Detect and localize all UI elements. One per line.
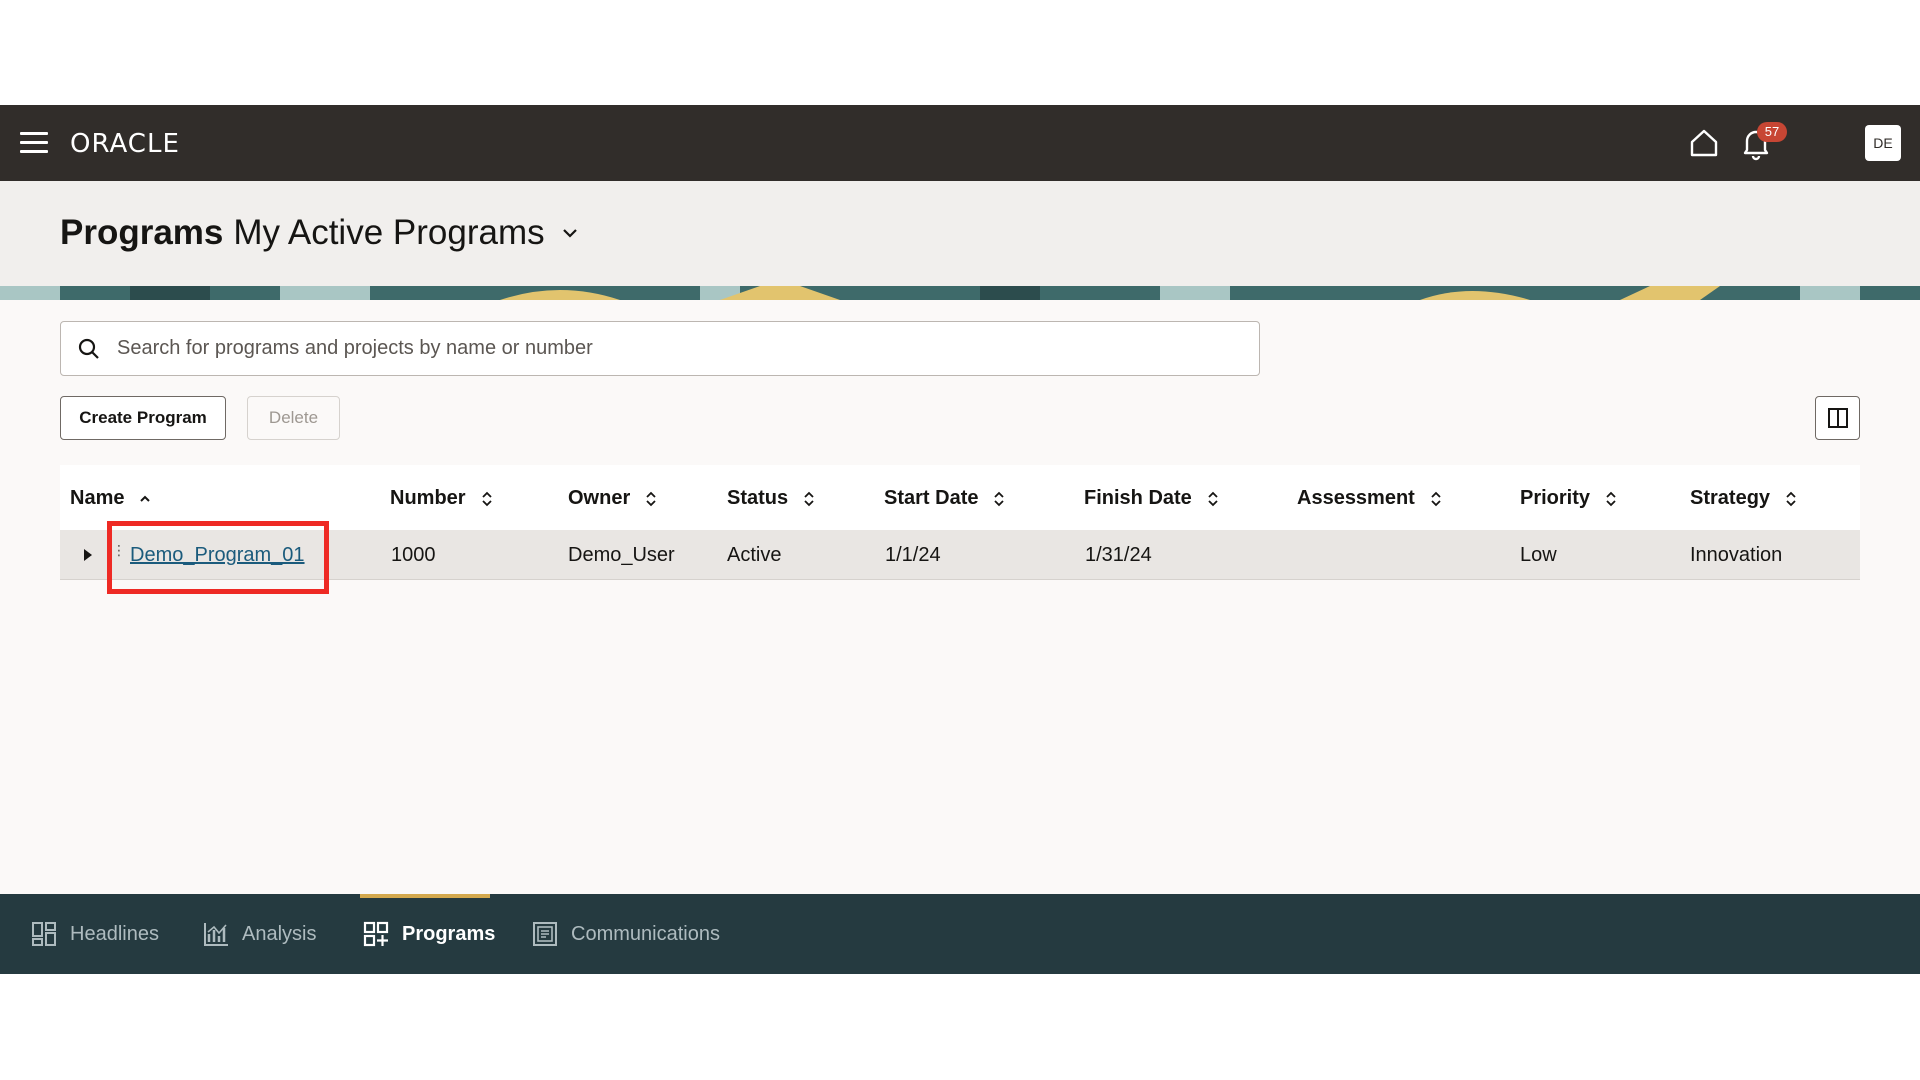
create-program-button[interactable]: Create Program: [60, 396, 226, 440]
decorative-banner: [0, 286, 1920, 300]
column-label: Number: [390, 487, 466, 509]
column-label: Owner: [568, 487, 631, 509]
search-field[interactable]: Search for programs and projects by name…: [60, 321, 1260, 376]
sort-ascending-icon: [140, 495, 151, 502]
sort-icon: [481, 491, 492, 506]
program-name-link[interactable]: Demo_Program_01: [130, 544, 305, 567]
page-title-label: Programs: [60, 213, 224, 252]
communications-icon: [533, 922, 557, 946]
chevron-down-icon: [562, 229, 577, 238]
top-margin: [0, 0, 1920, 105]
cell-start-date: 1/1/24: [885, 544, 941, 566]
programs-icon: [363, 921, 389, 947]
main-content: Search for programs and projects by name…: [0, 300, 1920, 894]
column-header-priority[interactable]: Priority: [1520, 487, 1618, 510]
tab-label: Communications: [571, 922, 720, 945]
page-header: Programs My Active Programs: [0, 181, 1920, 286]
sort-icon: [994, 491, 1005, 506]
page-title[interactable]: Programs My Active Programs: [60, 213, 579, 253]
oracle-logo: ORACLE: [70, 129, 180, 159]
column-layout-button[interactable]: [1815, 396, 1860, 440]
tab-label: Analysis: [242, 922, 317, 945]
analysis-icon: [204, 923, 228, 946]
bottom-navigation: Headlines Analysis Programs Communicatio…: [0, 894, 1920, 974]
column-header-name[interactable]: Name: [70, 487, 152, 510]
app-header: ORACLE 57 DE: [0, 105, 1920, 181]
cell-priority: Low: [1520, 544, 1557, 566]
bottom-margin: [0, 974, 1920, 1080]
tab-headlines[interactable]: Headlines: [30, 894, 159, 974]
sort-icon: [1786, 491, 1796, 506]
user-avatar[interactable]: DE: [1865, 125, 1901, 161]
sort-icon: [1431, 491, 1441, 506]
sort-icon: [1208, 491, 1218, 506]
sort-icon: [804, 491, 814, 506]
tab-label: Headlines: [70, 922, 159, 945]
expand-row-icon[interactable]: [84, 549, 92, 561]
table-header: Name Number Owner Status Start Date Fini…: [60, 465, 1860, 530]
notification-badge: 57: [1757, 122, 1787, 142]
column-header-strategy[interactable]: Strategy: [1690, 487, 1798, 510]
sort-icon: [1606, 491, 1616, 506]
column-label: Strategy: [1690, 487, 1771, 509]
columns-icon: [1827, 408, 1848, 428]
cell-number: 1000: [391, 544, 436, 566]
menu-icon[interactable]: [20, 132, 48, 154]
home-icon[interactable]: [1688, 127, 1720, 159]
page-view-name: My Active Programs: [233, 213, 545, 252]
cell-status: Active: [727, 544, 782, 566]
column-header-status[interactable]: Status: [727, 487, 816, 510]
program-hierarchy-icon: ⋮: [112, 542, 126, 558]
tab-analysis[interactable]: Analysis: [202, 894, 316, 974]
tab-programs[interactable]: Programs: [362, 894, 495, 974]
column-label: Assessment: [1297, 487, 1415, 509]
cell-strategy: Innovation: [1690, 544, 1783, 566]
cell-owner: Demo_User: [568, 544, 675, 566]
tab-label: Programs: [402, 922, 496, 945]
headlines-icon: [32, 922, 56, 946]
column-label: Priority: [1520, 487, 1591, 509]
table-row[interactable]: ⋮ Demo_Program_01 1000 Demo_User Active …: [60, 530, 1860, 580]
column-label: Start Date: [884, 487, 979, 509]
search-icon: [78, 338, 99, 359]
column-header-owner[interactable]: Owner: [568, 487, 658, 510]
column-header-finish-date[interactable]: Finish Date: [1084, 487, 1220, 510]
sort-icon: [646, 491, 656, 506]
tab-communications[interactable]: Communications: [531, 894, 720, 974]
column-header-assessment[interactable]: Assessment: [1297, 487, 1443, 510]
column-label: Finish Date: [1084, 487, 1192, 509]
column-label: Name: [70, 487, 125, 509]
column-label: Status: [727, 487, 789, 509]
search-placeholder: Search for programs and projects by name…: [117, 337, 593, 359]
column-header-number[interactable]: Number: [390, 487, 494, 510]
delete-button[interactable]: Delete: [247, 396, 340, 440]
cell-finish-date: 1/31/24: [1085, 544, 1152, 566]
column-header-start-date[interactable]: Start Date: [884, 487, 1006, 510]
programs-table: Name Number Owner Status Start Date Fini…: [60, 465, 1860, 580]
